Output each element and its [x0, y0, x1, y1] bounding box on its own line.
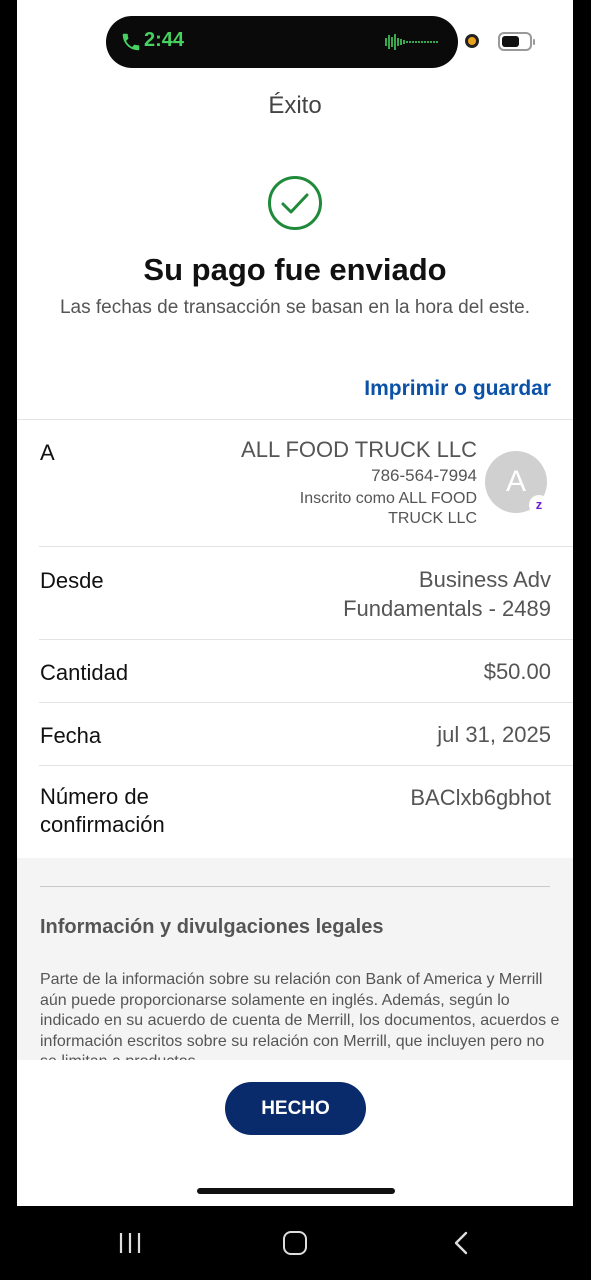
confirmation-number-label-line1: Número de [40, 784, 149, 809]
confirmation-number-label-line2: confirmación [40, 812, 165, 837]
legal-title: Información y divulgaciones legales [40, 916, 384, 938]
camera-indicator-icon [465, 34, 479, 48]
confirmation-number-label: Número de confirmación [40, 783, 165, 839]
from-account-line2: Fundamentals - 2489 [343, 596, 551, 621]
print-or-save-link[interactable]: Imprimir o guardar [364, 377, 551, 401]
home-indicator[interactable] [197, 1188, 395, 1194]
from-label: Desde [40, 568, 104, 593]
app-screen: 2:44 Éxito Su pago fue enviado Las fecha… [17, 0, 573, 1206]
divider [39, 639, 573, 640]
recipient-enrolled-name: Inscrito como ALL FOOD TRUCK LLC [237, 489, 477, 529]
recent-apps-icon[interactable] [118, 1232, 142, 1254]
done-button[interactable]: HECHO [225, 1082, 366, 1135]
audio-waveform-icon [385, 34, 438, 50]
phone-call-icon [122, 33, 140, 51]
page-title: Éxito [268, 92, 322, 119]
legal-divider [40, 886, 550, 887]
recipient-enrolled-line1: Inscrito como ALL FOOD [299, 490, 477, 507]
from-account: Business Adv Fundamentals - 2489 [343, 565, 551, 623]
divider [39, 546, 573, 547]
status-pill[interactable]: 2:44 [106, 16, 458, 68]
divider [17, 419, 573, 420]
amount-label: Cantidad [40, 660, 129, 685]
recipient-enrolled-line2: TRUCK LLC [388, 510, 477, 527]
confirmation-number-value: BAClxb6gbhot [410, 785, 551, 810]
recipient-phone: 786-564-7994 [371, 466, 477, 485]
back-icon[interactable] [452, 1231, 470, 1255]
call-timer: 2:44 [144, 29, 185, 51]
home-icon[interactable] [283, 1231, 307, 1255]
zelle-badge-icon: z [529, 495, 549, 515]
from-account-line1: Business Adv [418, 567, 551, 592]
confirmation-headline: Su pago fue enviado [143, 252, 447, 287]
android-nav-bar [0, 1206, 591, 1280]
battery-icon [498, 32, 535, 51]
recipient-name: ALL FOOD TRUCK LLC [241, 437, 477, 462]
success-check-icon [268, 176, 322, 230]
amount-value: $50.00 [483, 659, 551, 684]
recipient-label: A [40, 440, 55, 465]
divider [39, 702, 573, 703]
date-value: jul 31, 2025 [437, 722, 551, 747]
legal-body: Parte de la información sobre su relació… [40, 971, 560, 1060]
timezone-note: Las fechas de transacción se basan en la… [59, 297, 531, 318]
legal-section[interactable]: Información y divulgaciones legales Part… [17, 858, 573, 1060]
date-label: Fecha [40, 723, 102, 748]
divider [39, 765, 573, 766]
